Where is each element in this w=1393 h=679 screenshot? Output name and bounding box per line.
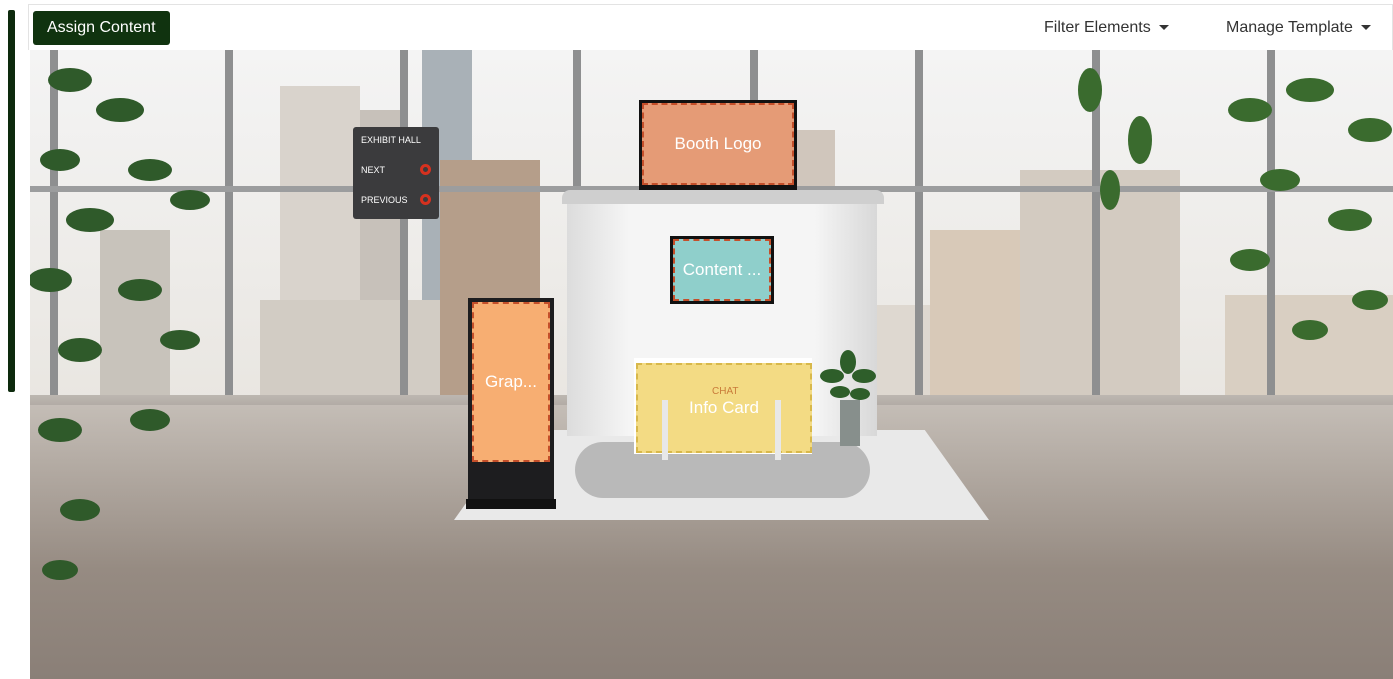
exhibit-hall-sign: EXHIBIT HALL NEXT PREVIOUS (353, 127, 439, 219)
filter-elements-dropdown[interactable]: Filter Elements (1044, 19, 1169, 37)
left-rail (8, 10, 15, 392)
plant-icon (30, 68, 210, 580)
manage-template-label: Manage Template (1226, 19, 1353, 36)
booth-scene: EXHIBIT HALL NEXT PREVIOUS Booth Logo Co… (30, 50, 1393, 679)
booth-header (562, 190, 884, 204)
graphic-slot[interactable]: Grap... (472, 302, 550, 462)
building (260, 300, 440, 396)
booth-logo-slot[interactable]: Booth Logo (642, 103, 794, 185)
info-card-label: Info Card (689, 398, 759, 417)
previous-link[interactable]: PREVIOUS (361, 195, 408, 205)
window-frame (915, 50, 923, 400)
stool (775, 400, 781, 460)
chevron-down-icon (1158, 25, 1169, 31)
building (930, 230, 1020, 396)
filter-elements-label: Filter Elements (1044, 19, 1151, 36)
plant-icon (1078, 68, 1392, 340)
chevron-down-icon (1360, 25, 1371, 31)
exhibit-hall-label: EXHIBIT HALL (361, 135, 421, 145)
window-frame (400, 50, 408, 400)
manage-template-dropdown[interactable]: Manage Template (1226, 19, 1371, 37)
content-slot[interactable]: Content ... (673, 239, 771, 301)
top-toolbar: Assign Content Filter Elements Manage Te… (28, 4, 1393, 50)
next-link[interactable]: NEXT (361, 165, 385, 175)
assign-content-button[interactable]: Assign Content (33, 11, 170, 45)
next-arrow-icon (420, 164, 431, 175)
kiosk-foot (466, 499, 556, 509)
stool (662, 400, 668, 460)
plant-icon (820, 350, 876, 400)
previous-arrow-icon (420, 194, 431, 205)
chat-badge: CHAT (712, 386, 739, 397)
